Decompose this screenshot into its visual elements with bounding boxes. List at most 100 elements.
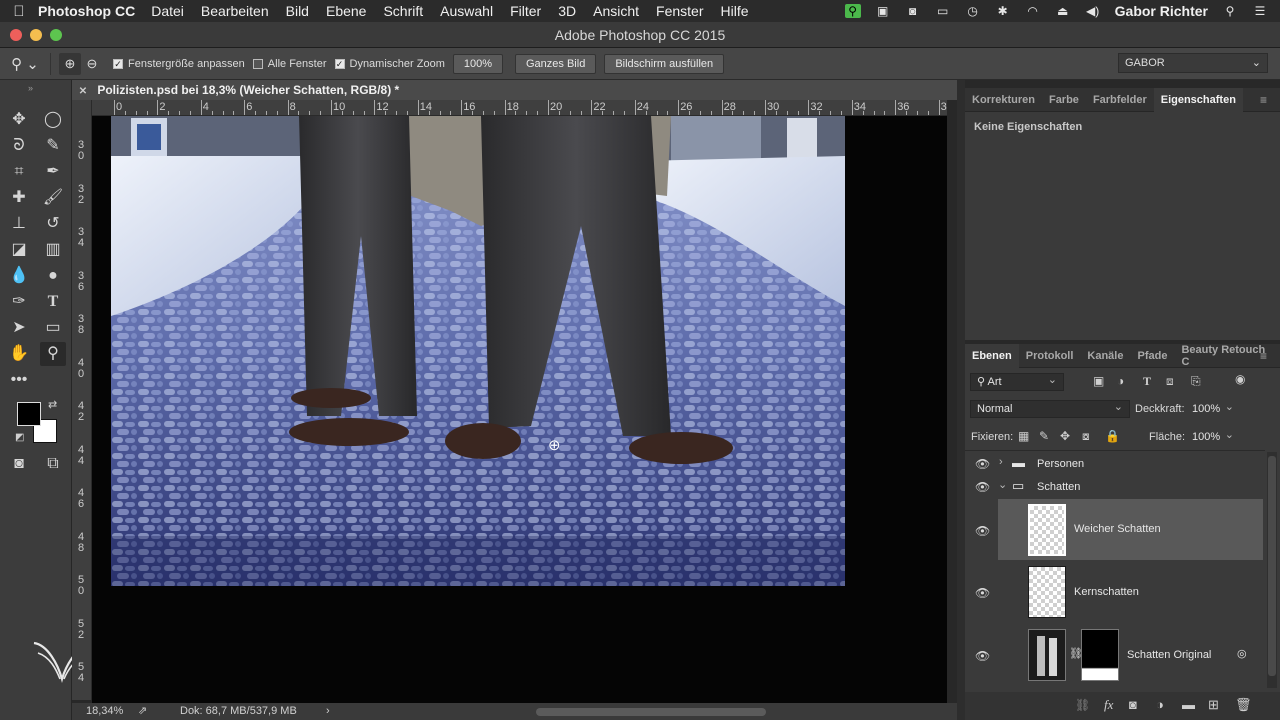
quick-mask-icon[interactable]: ◙: [6, 452, 32, 476]
chevron-right-icon[interactable]: ›: [326, 703, 330, 720]
menu-datei[interactable]: Datei: [151, 3, 184, 19]
bluetooth-icon[interactable]: ✱: [995, 4, 1011, 18]
close-window-button[interactable]: [10, 29, 22, 41]
zoom-level[interactable]: 18,34%: [86, 703, 123, 720]
menu-hilfe[interactable]: Hilfe: [721, 3, 749, 19]
eraser-tool-icon[interactable]: ◪: [6, 238, 32, 262]
lock-transparent-icon[interactable]: ▦: [1018, 429, 1029, 443]
layers-scrollbar[interactable]: [1267, 452, 1277, 688]
wifi-icon[interactable]: ◠: [1025, 4, 1041, 18]
fill-screen-button[interactable]: Bildschirm ausfüllen: [604, 53, 725, 74]
visibility-eye-icon[interactable]: 👁: [975, 457, 990, 471]
evernote-icon[interactable]: ⚲: [844, 4, 861, 18]
blend-mode-select[interactable]: Normal: [970, 399, 1130, 418]
resize-windows-checkbox[interactable]: ✓: [113, 58, 123, 69]
scrollbar-thumb[interactable]: [1268, 456, 1276, 676]
menu-schrift[interactable]: Schrift: [383, 3, 423, 19]
close-document-icon[interactable]: ✕: [72, 82, 94, 102]
lock-image-icon[interactable]: ✎: [1039, 429, 1049, 443]
pen-tool-icon[interactable]: ✑: [6, 290, 32, 314]
tab-pfade[interactable]: Pfade: [1130, 350, 1174, 362]
history-brush-tool-icon[interactable]: ↺: [40, 212, 66, 236]
lock-all-icon[interactable]: 🔒: [1105, 429, 1120, 443]
screen-mode-icon[interactable]: ⧉: [40, 452, 66, 476]
menu-fenster[interactable]: Fenster: [656, 3, 703, 19]
layer-row-personen[interactable]: 👁 › ▬ Personen: [965, 452, 1265, 475]
layer-row-kernschatten[interactable]: 👁 Kernschatten: [965, 562, 1265, 623]
screen-icon[interactable]: ▭: [935, 4, 951, 18]
filter-shape-icon[interactable]: ⧈: [1166, 374, 1174, 389]
layer-style-fx-icon[interactable]: fx: [1104, 697, 1113, 713]
hand-tool-icon[interactable]: ✋: [6, 342, 32, 366]
new-group-icon[interactable]: ▬: [1182, 697, 1195, 712]
layer-row-weicher-schatten[interactable]: Weicher Schatten: [998, 499, 1263, 560]
eyedropper-tool-icon[interactable]: ✒: [40, 160, 66, 184]
zoom-tool-icon[interactable]: ⚲: [40, 342, 66, 366]
scrubby-zoom-checkbox[interactable]: ✓: [334, 58, 345, 69]
marquee-tool-icon[interactable]: ◯: [40, 108, 66, 132]
menu-bearbeiten[interactable]: Bearbeiten: [201, 3, 269, 19]
filter-type-icon[interactable]: T: [1143, 374, 1151, 389]
tab-eigenschaften[interactable]: Eigenschaften: [1153, 87, 1243, 112]
quick-selection-tool-icon[interactable]: ✎: [40, 134, 66, 158]
tab-korrekturen[interactable]: Korrekturen: [965, 94, 1042, 106]
zoom-100-button[interactable]: 100%: [452, 53, 503, 74]
more-tools-icon[interactable]: •••: [6, 368, 32, 392]
menu-ebene[interactable]: Ebene: [326, 3, 366, 19]
filter-toggle-icon[interactable]: ◉: [1235, 372, 1245, 386]
notification-center-icon[interactable]: ☰: [1252, 4, 1268, 18]
visibility-eye-icon[interactable]: 👁: [975, 649, 990, 663]
menu-auswahl[interactable]: Auswahl: [440, 3, 493, 19]
document-canvas[interactable]: ⊕: [92, 116, 947, 703]
layer-row-schatten[interactable]: 👁 ⌄ ▭ Schatten: [965, 475, 1265, 498]
document-tab[interactable]: ✕ Polizisten.psd bei 18,3% (Weicher Scha…: [72, 80, 957, 100]
layer-filter-select[interactable]: ⚲ Art: [970, 372, 1064, 391]
document-info[interactable]: Dok: 68,7 MB/537,9 MB: [180, 703, 297, 720]
lasso-tool-icon[interactable]: ᘐ: [6, 134, 32, 158]
app-menu[interactable]: Photoshop CC: [38, 3, 135, 19]
visibility-eye-icon[interactable]: 👁: [975, 586, 990, 600]
toolbar-collapse-icon[interactable]: »: [28, 83, 33, 93]
link-layers-icon[interactable]: ⛓: [1075, 698, 1090, 712]
new-layer-icon[interactable]: ⊞: [1208, 697, 1219, 713]
default-colors-icon[interactable]: ◩: [15, 432, 24, 443]
move-tool-icon[interactable]: ✥: [6, 108, 32, 132]
zoom-in-icon[interactable]: ⊕: [59, 52, 81, 75]
visibility-eye-icon[interactable]: 👁: [975, 524, 990, 538]
eject-icon[interactable]: ⏏: [1055, 4, 1071, 18]
tab-farbfelder[interactable]: Farbfelder: [1086, 94, 1154, 106]
minimize-window-button[interactable]: [30, 29, 42, 41]
path-selection-tool-icon[interactable]: ➤: [6, 316, 32, 340]
panel-menu-icon[interactable]: ≡: [1253, 349, 1274, 363]
lock-artboard-icon[interactable]: ⧇: [1082, 429, 1090, 444]
chevron-down-icon[interactable]: ⌄: [998, 478, 1007, 491]
time-machine-icon[interactable]: ◷: [965, 4, 981, 18]
add-mask-icon[interactable]: ◙: [1129, 697, 1137, 712]
image-capture-icon[interactable]: ▣: [875, 4, 891, 18]
clone-stamp-tool-icon[interactable]: ⊥: [6, 212, 32, 236]
fill-input[interactable]: 100%: [1185, 427, 1241, 446]
dodge-tool-icon[interactable]: ●: [40, 264, 66, 288]
chat-icon[interactable]: ◙: [905, 4, 921, 18]
menu-filter[interactable]: Filter: [510, 3, 541, 19]
brush-tool-icon[interactable]: 🖌: [40, 186, 66, 210]
filter-smartobject-icon[interactable]: ⎘: [1191, 374, 1201, 389]
menu-ansicht[interactable]: Ansicht: [593, 3, 639, 19]
menu-bild[interactable]: Bild: [286, 3, 309, 19]
volume-icon[interactable]: ◀): [1085, 4, 1101, 18]
visibility-eye-icon[interactable]: 👁: [975, 480, 990, 494]
fit-screen-button[interactable]: Ganzes Bild: [515, 53, 597, 74]
user-name[interactable]: Gabor Richter: [1115, 3, 1208, 19]
new-adjustment-icon[interactable]: ◑: [1156, 697, 1164, 712]
menu-3d[interactable]: 3D: [558, 3, 576, 19]
tab-farbe[interactable]: Farbe: [1042, 94, 1086, 106]
share-icon[interactable]: ⇗: [138, 703, 147, 720]
filter-adjustment-icon[interactable]: ◑: [1117, 374, 1124, 388]
tab-ebenen[interactable]: Ebenen: [965, 343, 1019, 368]
spotlight-search-icon[interactable]: ⚲: [1222, 4, 1238, 18]
healing-brush-tool-icon[interactable]: ✚: [6, 186, 32, 210]
zoom-out-icon[interactable]: ⊖: [81, 53, 103, 75]
layer-row-schatten-original[interactable]: 👁 ⛓ Schatten Original ◎: [965, 625, 1265, 686]
zoom-tool-preset-icon[interactable]: ⚲ ⌄: [0, 55, 50, 73]
foreground-color-swatch[interactable]: [17, 402, 41, 426]
